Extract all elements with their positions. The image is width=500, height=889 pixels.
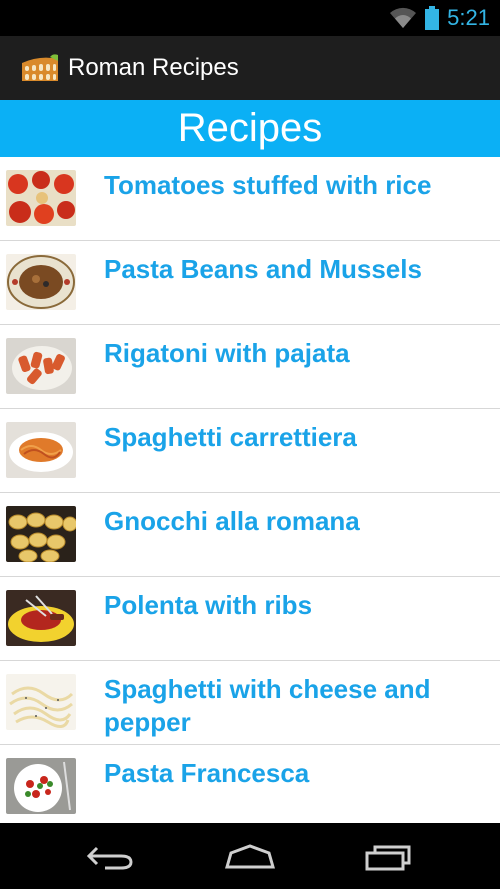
list-item[interactable]: Pasta Beans and Mussels [0, 241, 500, 325]
colosseum-icon[interactable] [20, 53, 60, 83]
recipe-title: Pasta Francesca [104, 758, 310, 788]
list-item[interactable]: Polenta with ribs [0, 577, 500, 661]
cacio-pepe-thumbnail [6, 674, 76, 730]
header-title: Recipes [177, 106, 323, 150]
status-time: 5:21 [447, 5, 490, 30]
list-item[interactable]: Spaghetti carrettiera [0, 409, 500, 493]
navigation-bar [0, 823, 500, 889]
action-bar: Roman Recipes [0, 36, 500, 100]
list-item[interactable]: Tomatoes stuffed with rice [0, 157, 500, 241]
list-item[interactable]: Rigatoni with pajata [0, 325, 500, 409]
list-item[interactable]: Spaghetti with cheese and pepper [0, 661, 500, 745]
recipe-title: Pasta Beans and Mussels [104, 254, 422, 284]
rigatoni-thumbnail [6, 338, 76, 394]
recipes-header: Recipes [0, 100, 500, 157]
gnocchi-thumbnail [6, 506, 76, 562]
polenta-thumbnail [6, 590, 76, 646]
pasta-francesca-thumbnail [6, 758, 76, 814]
home-icon[interactable] [220, 841, 280, 873]
recent-apps-icon[interactable] [358, 841, 418, 873]
status-bar: 5:21 [0, 0, 500, 36]
recipe-title: Spaghetti carrettiera [104, 422, 357, 452]
soup-thumbnail [6, 254, 76, 310]
recipe-list[interactable]: Tomatoes stuffed with rice Pasta Beans a… [0, 157, 500, 823]
recipe-title: Spaghetti with cheese and pepper [104, 674, 431, 737]
spaghetti-thumbnail [6, 422, 76, 478]
status-icons: 5:21 [389, 0, 490, 36]
list-item[interactable]: Gnocchi alla romana [0, 493, 500, 577]
wifi-icon [389, 7, 417, 29]
recipe-title: Polenta with ribs [104, 590, 313, 620]
back-icon[interactable] [80, 841, 140, 873]
list-item[interactable]: Pasta Francesca [0, 745, 500, 823]
tomatoes-thumbnail [6, 170, 76, 226]
battery-icon [425, 6, 440, 30]
app-title: Roman Recipes [68, 54, 239, 81]
recipe-title: Gnocchi alla romana [104, 506, 360, 536]
recipe-title: Tomatoes stuffed with rice [104, 170, 432, 200]
recipe-title: Rigatoni with pajata [104, 338, 350, 368]
